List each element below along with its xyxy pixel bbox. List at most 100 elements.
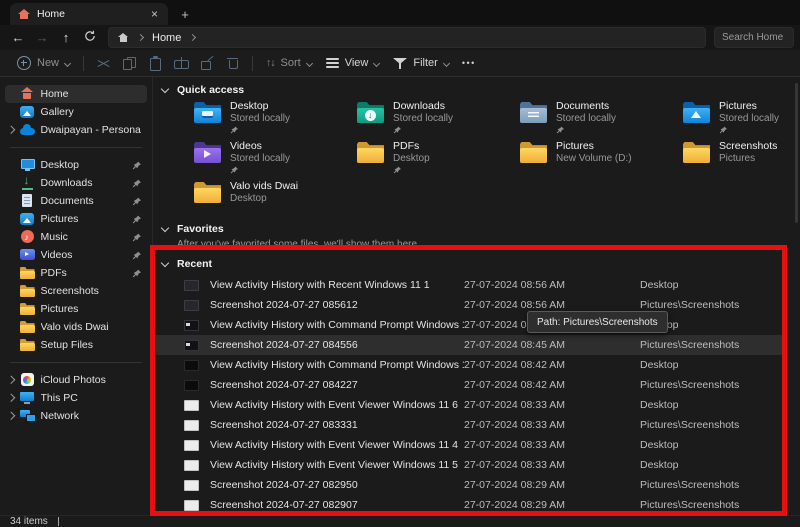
sidebar-item[interactable]: Screenshots: [5, 282, 147, 300]
command-toolbar: New ↑↓ Sort View Filter •••: [0, 50, 800, 77]
navigation-bar: ← → ↑ Home Search Home: [0, 25, 800, 50]
section-title: Favorites: [177, 223, 224, 235]
sidebar-item[interactable]: Documents: [5, 192, 147, 210]
sidebar-item[interactable]: Network: [5, 407, 147, 425]
copy-button[interactable]: [116, 52, 142, 74]
new-button[interactable]: New: [10, 52, 77, 74]
sidebar-item[interactable]: Valo vids Dwai: [5, 318, 147, 336]
recent-file-row[interactable]: Screenshot 2024-07-27 084556 27-07-2024 …: [154, 335, 782, 355]
sidebar-item[interactable]: PDFs: [5, 264, 147, 282]
more-options-button[interactable]: •••: [456, 52, 482, 74]
file-location: Pictures\Screenshots: [640, 299, 782, 311]
close-tab-icon[interactable]: ×: [149, 8, 160, 20]
tab-home[interactable]: Home ×: [10, 3, 168, 25]
recent-file-row[interactable]: Screenshot 2024-07-27 082907 27-07-2024 …: [154, 495, 782, 515]
quick-access-tile[interactable]: Videos Stored locally: [194, 140, 357, 180]
search-input[interactable]: Search Home: [714, 27, 794, 48]
quick-access-tile[interactable]: Documents Stored locally: [520, 100, 683, 140]
quick-access-tile[interactable]: PDFs Desktop: [357, 140, 520, 180]
sidebar-item-label: Setup Files: [41, 339, 142, 351]
chevron-right-icon[interactable]: [7, 412, 15, 420]
quick-access-tile[interactable]: Screenshots Pictures: [683, 140, 800, 180]
share-button[interactable]: [194, 52, 220, 74]
quick-access-tile[interactable]: Valo vids Dwai Desktop: [194, 180, 357, 220]
delete-button[interactable]: [220, 52, 246, 74]
quick-access-tile[interactable]: Downloads Stored locally: [357, 100, 520, 140]
file-name: View Activity History with Command Promp…: [210, 319, 464, 331]
paste-button[interactable]: [142, 52, 168, 74]
breadcrumb-home-icon[interactable]: [118, 33, 129, 43]
chevron-down-icon[interactable]: [161, 258, 169, 266]
sidebar-item-label: PDFs: [41, 267, 127, 279]
sidebar-pinned-group: Desktop Downloads Documents: [0, 156, 152, 354]
chevron-down-icon: [64, 59, 71, 66]
scrollbar-thumb[interactable]: [795, 83, 798, 223]
file-name: View Activity History with Command Promp…: [210, 359, 464, 371]
refresh-button[interactable]: [78, 30, 102, 45]
folder-icon: [357, 142, 384, 164]
sidebar-item-icon: [20, 248, 35, 262]
file-location: Pictures\Screenshots: [640, 479, 782, 491]
rename-button[interactable]: [168, 52, 194, 74]
new-tab-button[interactable]: +: [174, 3, 196, 25]
recent-header[interactable]: Recent: [162, 257, 800, 270]
quick-access-tile[interactable]: Pictures Stored locally: [683, 100, 800, 140]
recent-file-row[interactable]: Screenshot 2024-07-27 082950 27-07-2024 …: [154, 475, 782, 495]
recent-file-row[interactable]: View Activity History with Command Promp…: [154, 315, 782, 335]
address-bar[interactable]: Home: [108, 27, 706, 48]
file-location: Pictures\Screenshots: [640, 419, 782, 431]
sidebar-item[interactable]: Setup Files: [5, 336, 147, 354]
quick-access-header[interactable]: Quick access: [162, 83, 800, 96]
folder-icon: [194, 102, 221, 124]
recent-file-row[interactable]: View Activity History with Command Promp…: [154, 355, 782, 375]
file-location: Pictures\Screenshots: [640, 379, 782, 391]
sidebar-item[interactable]: Home: [5, 85, 147, 103]
chevron-down-icon[interactable]: [161, 84, 169, 92]
text-cursor: [58, 517, 59, 526]
chevron-right-icon[interactable]: [7, 376, 15, 384]
sidebar-item[interactable]: Videos: [5, 246, 147, 264]
view-icon: [326, 58, 339, 68]
file-date: 27-07-2024 08:33 AM: [464, 419, 640, 431]
recent-file-row[interactable]: View Activity History with Event Viewer …: [154, 455, 782, 475]
sort-button[interactable]: ↑↓ Sort: [259, 52, 319, 74]
tile-name: Videos: [230, 140, 290, 152]
file-thumbnail-icon: [184, 340, 199, 351]
sidebar-item[interactable]: iCloud Photos: [5, 371, 147, 389]
sidebar-item[interactable]: This PC: [5, 389, 147, 407]
cut-button[interactable]: [90, 52, 116, 74]
sidebar-item[interactable]: Gallery: [5, 103, 147, 121]
recent-file-row[interactable]: Screenshot 2024-07-27 083331 27-07-2024 …: [154, 415, 782, 435]
recent-file-row[interactable]: View Activity History with Event Viewer …: [154, 395, 782, 415]
sidebar-item[interactable]: Desktop: [5, 156, 147, 174]
home-icon: [18, 9, 30, 20]
sidebar-item[interactable]: Pictures: [5, 300, 147, 318]
sidebar-item-icon: [20, 87, 35, 101]
sidebar-item[interactable]: Music: [5, 228, 147, 246]
trash-icon: [227, 57, 240, 70]
chevron-right-icon[interactable]: [7, 126, 15, 134]
recent-file-row[interactable]: Screenshot 2024-07-27 085612 27-07-2024 …: [154, 295, 782, 315]
sidebar-item[interactable]: Downloads: [5, 174, 147, 192]
tile-subtitle: Stored locally: [719, 113, 779, 124]
chevron-down-icon[interactable]: [161, 223, 169, 231]
sidebar-item[interactable]: Pictures: [5, 210, 147, 228]
chevron-down-icon: [306, 59, 313, 66]
sidebar-item-icon: [20, 266, 35, 280]
sidebar-item[interactable]: Dwaipayan - Personal: [5, 121, 147, 139]
recent-file-row[interactable]: View Activity History with Recent Window…: [154, 275, 782, 295]
quick-access-tile[interactable]: Desktop Stored locally: [194, 100, 357, 140]
view-button[interactable]: View: [319, 52, 387, 74]
chevron-right-icon[interactable]: [7, 394, 15, 402]
up-button[interactable]: ↑: [54, 30, 78, 45]
file-date: 27-07-2024 08:42 AM: [464, 379, 640, 391]
breadcrumb[interactable]: Home: [152, 32, 181, 44]
recent-file-row[interactable]: Screenshot 2024-07-27 084227 27-07-2024 …: [154, 375, 782, 395]
quick-access-tile[interactable]: Pictures New Volume (D:): [520, 140, 683, 180]
filter-button[interactable]: Filter: [386, 52, 455, 74]
favorites-header[interactable]: Favorites: [162, 222, 800, 235]
back-button[interactable]: ←: [6, 30, 30, 45]
recent-file-row[interactable]: View Activity History with Event Viewer …: [154, 435, 782, 455]
forward-button[interactable]: →: [30, 30, 54, 45]
sidebar-top-group: Home Gallery Dwaipayan - Personal: [0, 85, 152, 139]
